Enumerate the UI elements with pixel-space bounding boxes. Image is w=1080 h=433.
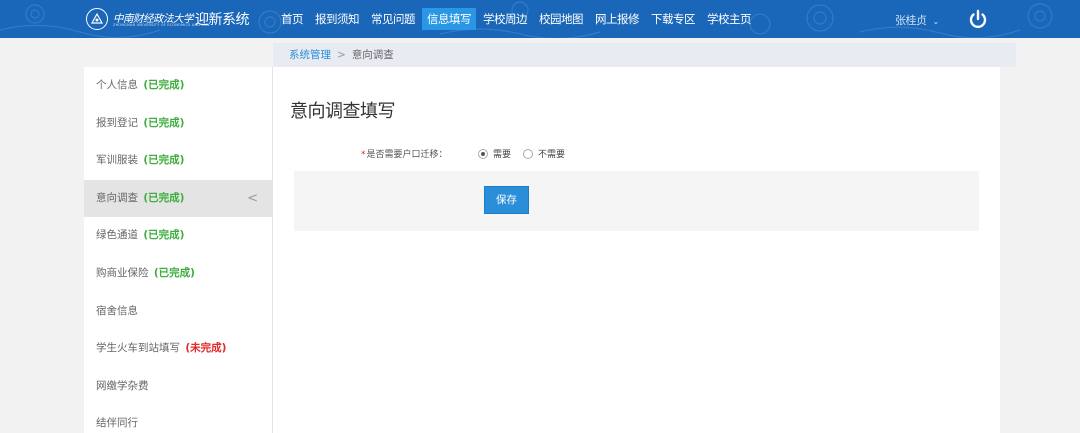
sidebar-item-label: 绿色通道 bbox=[96, 229, 138, 242]
nav-online-repair[interactable]: 网上报修 bbox=[590, 8, 644, 30]
breadcrumb-root-link[interactable]: 系统管理 bbox=[289, 49, 331, 61]
status-badge: (已完成) bbox=[143, 154, 185, 167]
status-badge: (已完成) bbox=[153, 266, 195, 279]
nav-faq[interactable]: 常见问题 bbox=[366, 8, 420, 30]
sidebar-item-label: 学生火车到站填写 bbox=[96, 342, 180, 355]
sidebar-item-registration[interactable]: 报到登记 (已完成) bbox=[84, 105, 272, 143]
user-name: 张桂贞 bbox=[895, 14, 927, 27]
nav-surroundings[interactable]: 学校周边 bbox=[478, 8, 532, 30]
page-title: 意向调查填写 bbox=[290, 101, 396, 122]
sidebar-item-military-uniform[interactable]: 军训服装 (已完成) bbox=[84, 142, 272, 180]
main-nav: 首页 报到须知 常见问题 信息填写 学校周边 校园地图 网上报修 下载专区 学校… bbox=[276, 8, 758, 30]
sidebar-item-label: 报到登记 bbox=[96, 116, 138, 129]
radio-option-no-need[interactable]: 不需要 bbox=[523, 147, 565, 160]
hukou-migration-label: *是否需要户口迁移： bbox=[361, 147, 448, 160]
sidebar-item-commercial-insurance[interactable]: 购商业保险 (已完成) bbox=[84, 255, 272, 293]
form-label-text: 是否需要户口迁移： bbox=[366, 150, 448, 160]
hukou-migration-row: *是否需要户口迁移： 需要 不需要 bbox=[273, 144, 1000, 164]
nav-home[interactable]: 首页 bbox=[276, 8, 308, 30]
status-badge: (已完成) bbox=[143, 191, 185, 204]
breadcrumb-separator: > bbox=[337, 49, 346, 61]
form-action-panel: 保存 bbox=[294, 171, 979, 231]
sidebar-item-green-channel[interactable]: 绿色通道 (已完成) bbox=[84, 217, 272, 255]
university-name-en: ZHONGNAN UNIVERSITY OF ECONOMICS AND LAW bbox=[113, 23, 210, 27]
sidebar-item-personal-info[interactable]: 个人信息 (已完成) bbox=[84, 67, 272, 105]
nav-campus-map[interactable]: 校园地图 bbox=[534, 8, 588, 30]
status-badge: (已完成) bbox=[143, 229, 185, 242]
sidebar-item-online-tuition[interactable]: 网缴学杂费 bbox=[84, 368, 272, 406]
radio-unchecked-icon bbox=[523, 148, 533, 159]
breadcrumb-current: 意向调查 bbox=[351, 49, 394, 61]
chevron-left-icon: < bbox=[247, 190, 258, 206]
sidebar-item-label: 结伴同行 bbox=[96, 417, 138, 430]
radio-option-need[interactable]: 需要 bbox=[478, 147, 511, 160]
sidebar-item-travel-companion[interactable]: 结伴同行 bbox=[84, 405, 272, 433]
save-button[interactable]: 保存 bbox=[484, 186, 529, 214]
power-button[interactable] bbox=[962, 4, 994, 34]
breadcrumb: 系统管理 > 意向调查 bbox=[273, 43, 1016, 67]
sidebar-item-label: 个人信息 bbox=[96, 79, 138, 91]
sidebar-item-label: 军训服装 bbox=[96, 154, 138, 167]
sidebar-item-label: 宿舍信息 bbox=[96, 304, 138, 317]
nav-downloads[interactable]: 下载专区 bbox=[646, 8, 700, 30]
sidebar-item-label: 意向调查 bbox=[96, 191, 138, 204]
university-logo[interactable]: 中南财经政法大学 ZHONGNAN UNIVERSITY OF ECONOMIC… bbox=[86, 7, 250, 31]
power-icon bbox=[969, 9, 987, 29]
user-menu[interactable]: 张桂贞 ⌄ bbox=[895, 12, 939, 28]
sidebar-item-intention-survey[interactable]: 意向调查 (已完成) < bbox=[84, 179, 272, 218]
chevron-down-icon: ⌄ bbox=[932, 17, 940, 26]
main-content: 意向调查填写 *是否需要户口迁移： 需要 不需要 保存 bbox=[273, 67, 1000, 433]
sidebar-item-train-arrival[interactable]: 学生火车到站填写 (未完成) bbox=[84, 330, 272, 368]
nav-school-home[interactable]: 学校主页 bbox=[702, 8, 756, 30]
required-mark: * bbox=[361, 150, 366, 160]
top-header-bar: 中南财经政法大学 ZHONGNAN UNIVERSITY OF ECONOMIC… bbox=[0, 0, 1080, 38]
sidebar-item-dormitory-info[interactable]: 宿舍信息 bbox=[84, 293, 272, 331]
sidebar-item-label: 购商业保险 bbox=[96, 266, 149, 279]
sidebar-item-label: 网缴学杂费 bbox=[96, 379, 149, 392]
radio-label: 需要 bbox=[493, 150, 512, 160]
nav-info-fill[interactable]: 信息填写 bbox=[422, 8, 476, 30]
sidebar: 个人信息 (已完成) 报到登记 (已完成) 军训服装 (已完成) 意向调查 (已… bbox=[84, 67, 273, 433]
nav-report-notice[interactable]: 报到须知 bbox=[310, 8, 364, 30]
radio-checked-icon bbox=[478, 148, 488, 159]
status-badge: (未完成) bbox=[185, 342, 227, 355]
status-badge: (已完成) bbox=[143, 116, 185, 129]
university-emblem-icon bbox=[86, 8, 108, 30]
radio-label: 不需要 bbox=[538, 150, 566, 160]
status-badge: (已完成) bbox=[143, 79, 185, 91]
